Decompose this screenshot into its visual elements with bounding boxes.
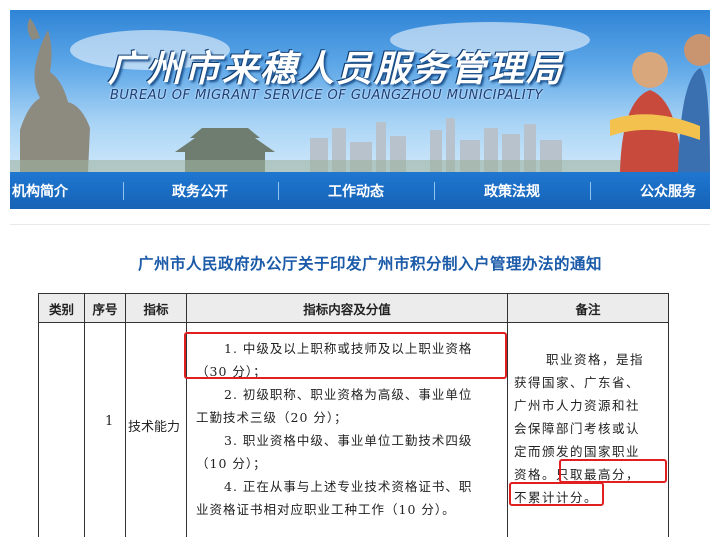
scoring-table: 类别 序号 指标 指标内容及分值 备注 1 技术能力 1. 中级及以上职称或技师… xyxy=(38,293,669,537)
content-line: （10 分）； xyxy=(196,456,267,471)
header-category: 类别 xyxy=(38,293,85,323)
nav-item-about[interactable]: 机构简介 xyxy=(12,181,68,201)
column-line xyxy=(84,323,85,537)
nav-divider xyxy=(434,182,435,200)
row-indicator: 技术能力 xyxy=(128,420,181,435)
column-line xyxy=(668,323,669,537)
nav-item-public-service[interactable]: 公众服务 xyxy=(640,181,696,201)
main-nav: 机构简介 政务公开 工作动态 政策法规 公众服务 xyxy=(10,172,710,209)
content-line: 3. 职业资格中级、事业单位工勤技术四级 xyxy=(224,433,473,448)
highlight-box-content xyxy=(184,332,507,379)
row-number: 1 xyxy=(105,414,114,429)
column-line xyxy=(125,323,126,537)
site-title: 广州市来穗人员服务管理局 xyxy=(108,49,565,90)
goat-statue-icon xyxy=(20,30,90,172)
content-line: 4. 正在从事与上述专业技术资格证书、职 xyxy=(224,479,473,494)
nav-item-news[interactable]: 工作动态 xyxy=(328,181,384,201)
nav-item-gov-affairs[interactable]: 政务公开 xyxy=(172,181,228,201)
header-remarks: 备注 xyxy=(507,293,669,323)
note-line: 会保障部门考核或认 xyxy=(514,421,641,436)
column-line xyxy=(38,323,39,537)
note-line: 广州市人力资源和社 xyxy=(514,398,641,413)
note-line: 获得国家、广东省、 xyxy=(514,375,641,390)
nav-item-policies[interactable]: 政策法规 xyxy=(484,181,540,201)
content-divider xyxy=(10,224,710,225)
nav-divider xyxy=(278,182,279,200)
site-subtitle: BUREAU OF MIGRANT SERVICE OF GUANGZHOU M… xyxy=(110,88,543,103)
header-indicator: 指标 xyxy=(125,293,187,323)
content-line: 工勤技术三级（20 分）； xyxy=(196,410,348,425)
nav-divider xyxy=(590,182,591,200)
content-line: 业资格证书相对应职业工种工作（10 分）。 xyxy=(196,502,456,517)
header-content-score: 指标内容及分值 xyxy=(186,293,508,323)
highlight-box-note xyxy=(509,482,604,506)
notice-title[interactable]: 广州市人民政府办公厅关于印发广州市积分制入户管理办法的通知 xyxy=(138,252,602,274)
nav-divider xyxy=(123,182,124,200)
column-line xyxy=(507,323,508,537)
header-number: 序号 xyxy=(84,293,126,323)
content-line: 2. 初级职称、职业资格为高级、事业单位 xyxy=(224,387,473,402)
highlight-box-note xyxy=(559,459,667,483)
site-banner: 广州市来穗人员服务管理局 BUREAU OF MIGRANT SERVICE O… xyxy=(10,10,710,172)
note-line: 职业资格，是指 xyxy=(546,352,645,367)
note-line: 定而颁发的国家职业 xyxy=(514,444,641,459)
